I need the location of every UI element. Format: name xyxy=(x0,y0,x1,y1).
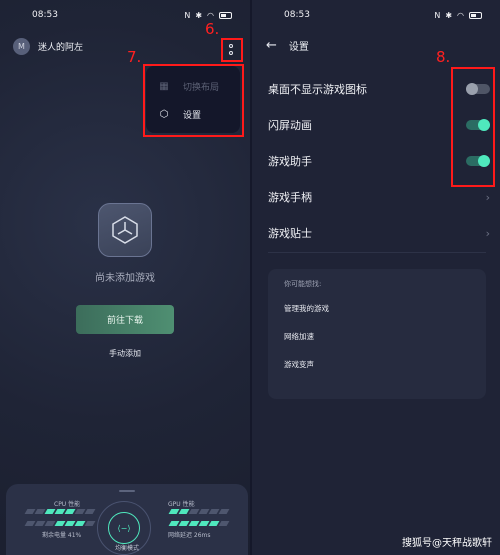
status-bar: 08:53 N ✱ ◠ xyxy=(252,0,500,30)
user-profile[interactable]: M 迷人的阿左 xyxy=(13,38,83,55)
chevron-right-icon: › xyxy=(485,226,490,240)
setting-gamepad[interactable]: 游戏手柄 › xyxy=(268,187,490,207)
game-space-logo-icon xyxy=(98,203,152,257)
watermark: 搜狐号@天秤战歌轩 xyxy=(402,538,492,549)
latency-bar xyxy=(168,521,230,526)
annotation-6: 6. xyxy=(205,20,220,38)
annotation-8: 8. xyxy=(436,48,451,66)
cpu-bar xyxy=(24,509,96,514)
gpu-bar xyxy=(168,509,230,514)
game-space-screen: 08:53 N ✱ ◠ M 迷人的阿左 6. 7. ▦ 切换布局 ⬡ 设置 尚未… xyxy=(0,0,250,555)
annotation-7: 7. xyxy=(127,48,142,66)
battery-bar xyxy=(24,521,96,526)
nfc-icon: N xyxy=(184,10,191,20)
toggle-hide-desktop-icon[interactable] xyxy=(466,83,490,95)
drag-handle[interactable] xyxy=(119,490,135,492)
go-download-button[interactable]: 前往下载 xyxy=(76,305,174,334)
suggestions-title: 你可能想找: xyxy=(284,280,322,288)
suggestion-manage-games[interactable]: 管理我的游戏 xyxy=(284,303,470,331)
battery-icon xyxy=(469,11,482,19)
nfc-icon: N xyxy=(434,10,441,20)
status-time: 08:53 xyxy=(284,10,310,20)
battery-icon xyxy=(219,11,232,19)
setting-hide-desktop-icon[interactable]: 桌面不显示游戏图标 xyxy=(268,79,490,99)
setting-label: 游戏助手 xyxy=(268,155,312,168)
hexagon-logo-icon xyxy=(112,216,138,244)
wifi-icon: ◠ xyxy=(207,10,214,20)
status-icons: N ✱ ◠ xyxy=(434,11,482,20)
settings-header: ← 设置 xyxy=(266,38,309,53)
mode-icon: ⟨−⟩ xyxy=(108,512,140,544)
battery-label: 剩余电量 41% xyxy=(42,532,82,539)
cpu-label: CPU 性能 xyxy=(54,501,81,508)
wifi-icon: ◠ xyxy=(457,10,464,20)
status-icons: N ✱ ◠ xyxy=(184,11,232,20)
suggestions-card: 你可能想找: 管理我的游戏 网络加速 游戏变声 xyxy=(268,269,486,399)
setting-label: 闪屏动画 xyxy=(268,119,312,132)
settings-screen: 08:53 N ✱ ◠ ← 设置 8. 桌面不显示游戏图标 闪屏动画 游戏助手 … xyxy=(250,0,500,555)
gpu-label: GPU 性能 xyxy=(168,501,195,508)
setting-label: 游戏贴士 xyxy=(268,227,312,240)
annotation-box-7 xyxy=(143,64,244,137)
chevron-right-icon: › xyxy=(485,190,490,204)
divider xyxy=(268,252,486,253)
toggle-splash-animation[interactable] xyxy=(466,119,490,131)
suggestion-network-boost[interactable]: 网络加速 xyxy=(284,331,470,359)
mode-label: 均衡模式 xyxy=(114,545,139,552)
username: 迷人的阿左 xyxy=(38,43,84,53)
setting-label: 桌面不显示游戏图标 xyxy=(268,83,367,96)
manual-add-link[interactable]: 手动添加 xyxy=(0,348,250,359)
setting-splash-animation[interactable]: 闪屏动画 xyxy=(268,115,490,135)
status-time: 08:53 xyxy=(32,10,58,20)
setting-game-tips[interactable]: 游戏贴士 › xyxy=(268,223,490,243)
suggestion-voice-changer[interactable]: 游戏变声 xyxy=(284,359,470,387)
bluetooth-icon: ✱ xyxy=(195,10,203,20)
empty-state-text: 尚未添加游戏 xyxy=(95,273,155,284)
performance-panel[interactable]: CPU 性能 剩余电量 41% ⟨−⟩ 均衡模式 GPU 性能 网络延迟 26m… xyxy=(6,484,248,555)
setting-label: 游戏手柄 xyxy=(268,191,312,204)
avatar: M xyxy=(13,38,30,55)
annotation-box-6 xyxy=(221,38,243,62)
latency-label: 网络延迟 26ms xyxy=(168,532,211,539)
setting-game-assistant[interactable]: 游戏助手 xyxy=(268,151,490,171)
bluetooth-icon: ✱ xyxy=(445,10,453,20)
toggle-game-assistant[interactable] xyxy=(466,155,490,167)
page-title: 设置 xyxy=(288,42,309,53)
back-arrow-icon[interactable]: ← xyxy=(266,38,277,53)
